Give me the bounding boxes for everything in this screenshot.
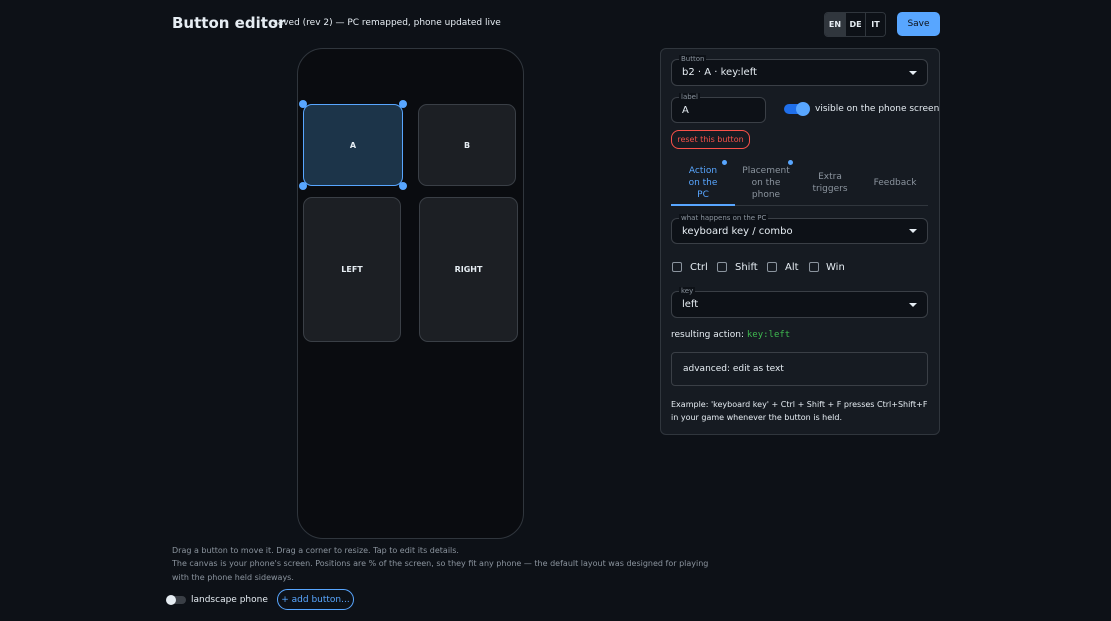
page-title: Button editor (172, 14, 286, 32)
resulting-action-label: resulting action: (671, 330, 744, 340)
canvas-button-label: LEFT (341, 265, 363, 274)
resize-handle-bottom-left[interactable] (299, 182, 307, 190)
save-status: saved (rev 2) — PC remapped, phone updat… (273, 18, 501, 28)
canvas-description-cont: with the phone held sideways. (172, 573, 294, 582)
canvas-button-b[interactable]: B (418, 104, 516, 186)
tab-extra-triggers[interactable]: Extra triggers (800, 162, 860, 204)
chevron-down-icon (909, 70, 917, 75)
action-select-legend: what happens on the PC (679, 214, 769, 223)
tab-label-line: Placement (742, 166, 790, 176)
button-select-value: b2 · A · key:left (682, 67, 757, 78)
example-text: Example: 'keyboard key' + Ctrl + Shift +… (671, 400, 928, 422)
resize-handle-top-right[interactable] (399, 100, 407, 108)
tab-feedback[interactable]: Feedback (862, 162, 928, 204)
button-select[interactable]: Button b2 · A · key:left (671, 55, 928, 86)
visible-switch-label: visible on the phone screen (815, 104, 940, 114)
tab-label-line: phone (751, 190, 781, 200)
landscape-toggle[interactable] (166, 595, 186, 605)
action-select-value: keyboard key / combo (682, 226, 793, 237)
save-button[interactable]: Save (897, 12, 940, 36)
key-select[interactable]: key left (671, 287, 928, 318)
resulting-action: resulting action: key:left (671, 330, 790, 340)
switch-knob (796, 102, 810, 116)
resize-handle-bottom-right[interactable] (399, 182, 407, 190)
canvas-hint: Drag a button to move it. Drag a corner … (172, 546, 459, 555)
win-label: Win (826, 262, 845, 273)
resulting-action-code: key:left (746, 330, 791, 340)
chevron-down-icon (909, 302, 917, 307)
canvas-button-label: RIGHT (454, 265, 483, 274)
reset-button[interactable]: reset this button (671, 130, 750, 149)
tab-label-line: Feedback (873, 178, 917, 188)
language-switcher: EN DE IT (824, 12, 886, 37)
shift-checkbox[interactable] (717, 262, 727, 272)
key-select-legend: key (679, 287, 696, 296)
lang-en-button[interactable]: EN (825, 13, 845, 36)
phone-canvas[interactable]: A B LEFT RIGHT (297, 48, 524, 539)
landscape-label: landscape phone (191, 595, 268, 605)
canvas-button-right[interactable]: RIGHT (419, 197, 518, 342)
win-checkbox[interactable] (809, 262, 819, 272)
tab-label-line: on the (688, 178, 718, 188)
tab-label-line: triggers (812, 184, 848, 194)
ctrl-checkbox[interactable] (672, 262, 682, 272)
resize-handle-top-left[interactable] (299, 100, 307, 108)
lang-de-button[interactable]: DE (845, 13, 865, 36)
alt-label: Alt (785, 262, 799, 273)
tab-action-on-pc[interactable]: Action on the PC (671, 162, 735, 204)
tab-label-line: PC (697, 190, 709, 200)
tab-change-dot (722, 160, 727, 165)
ctrl-label: Ctrl (690, 262, 708, 273)
visible-switch[interactable] (784, 102, 810, 116)
tab-label-line: Extra (818, 172, 842, 182)
canvas-button-label: A (349, 140, 357, 150)
key-select-value: left (682, 299, 699, 310)
canvas-button-a[interactable]: A (303, 104, 403, 186)
active-tab-indicator (671, 204, 735, 206)
toggle-knob (166, 595, 176, 605)
lang-it-button[interactable]: IT (865, 13, 885, 36)
tab-placement-on-phone[interactable]: Placement on the phone (737, 162, 795, 204)
advanced-edit-toggle[interactable]: advanced: edit as text (671, 352, 928, 386)
canvas-button-left[interactable]: LEFT (303, 197, 401, 342)
label-field[interactable]: label A (671, 93, 766, 123)
alt-checkbox[interactable] (767, 262, 777, 272)
add-button[interactable]: + add button... (277, 589, 354, 610)
chevron-down-icon (909, 229, 917, 233)
canvas-description: The canvas is your phone's screen. Posit… (172, 559, 709, 568)
tab-label-line: Action (688, 166, 718, 176)
canvas-button-label: B (463, 140, 471, 150)
button-select-legend: Button (679, 55, 707, 64)
label-field-value: A (682, 105, 689, 116)
label-field-legend: label (679, 93, 700, 102)
tab-label-line: on the (751, 178, 781, 188)
shift-label: Shift (735, 262, 758, 273)
action-select[interactable]: what happens on the PC keyboard key / co… (671, 214, 928, 244)
tab-change-dot (788, 160, 793, 165)
